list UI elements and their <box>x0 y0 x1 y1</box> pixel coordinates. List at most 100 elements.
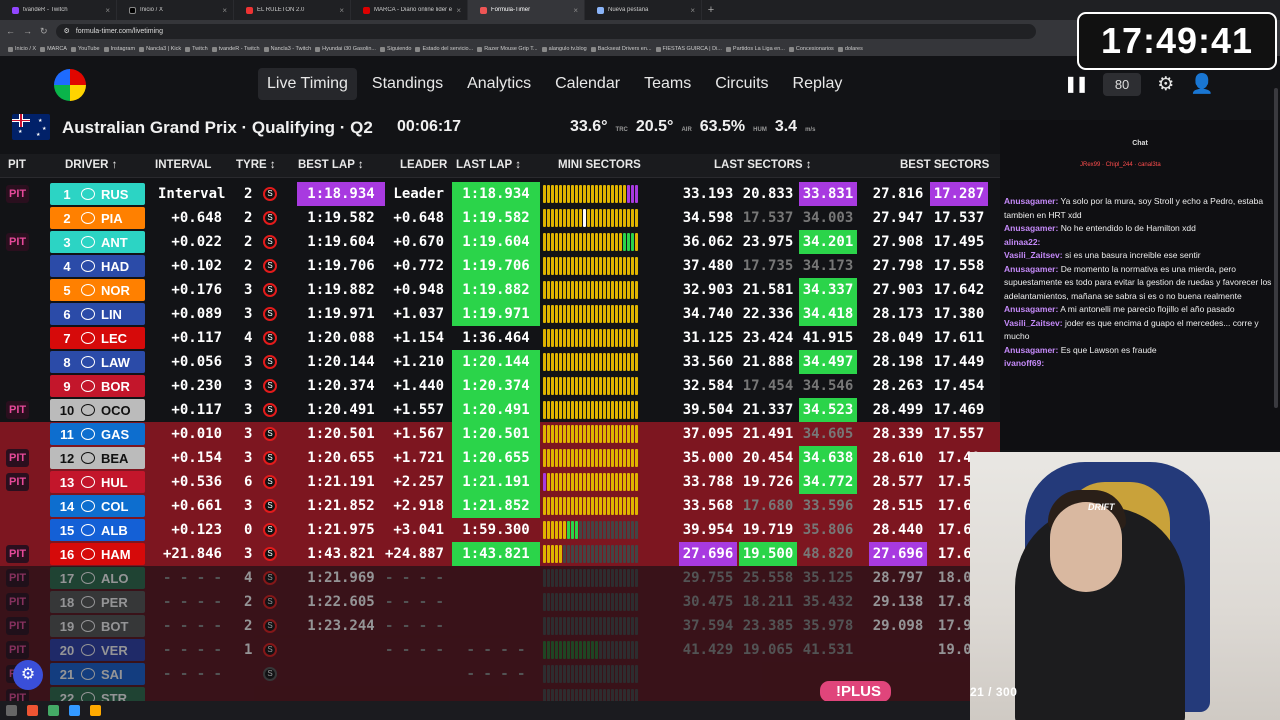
driver-chip[interactable]: 19 BOT <box>50 615 145 637</box>
table-row[interactable]: 8 LAW 3 S +0.056 1:20.144 +1.210 1:20.144 33.560… <box>0 350 1000 374</box>
chat-username[interactable]: ivanoff69: <box>1004 358 1044 368</box>
driver-chip[interactable]: 17 ALO <box>50 567 145 589</box>
col-best-lap[interactable]: BEST LAP ↕ <box>298 159 364 171</box>
driver-chip[interactable]: 21 SAI <box>50 663 145 685</box>
col-pit[interactable]: PIT <box>8 159 26 171</box>
close-icon[interactable]: × <box>690 6 695 15</box>
url-field[interactable]: ⚙ formula-timer.com/livetiming <box>55 23 1036 39</box>
chat-username[interactable]: Vasili_Zaitsev: <box>1004 250 1063 260</box>
col-tyre[interactable]: TYRE ↕ <box>236 159 276 171</box>
col-best-sectors[interactable]: BEST SECTORS <box>900 159 989 171</box>
nav-circuits[interactable]: Circuits <box>706 68 777 100</box>
driver-chip[interactable]: 15 ALB <box>50 519 145 541</box>
driver-chip[interactable]: 1 RUS <box>50 183 145 205</box>
bookmark-item[interactable]: Partidos La Liga en... <box>725 46 785 52</box>
col-last-lap[interactable]: LAST LAP ↕ <box>456 159 521 171</box>
bookmark-item[interactable]: Siguiendo <box>379 46 411 52</box>
col-mini-sectors[interactable]: MINI SECTORS <box>558 159 641 171</box>
table-row[interactable]: 7 LEC 4 S +0.117 1:20.088 +1.154 1:36.464 31.125… <box>0 326 1000 350</box>
site-info-icon[interactable]: ⚙ <box>64 27 70 35</box>
driver-chip[interactable]: 8 LAW <box>50 351 145 373</box>
table-row[interactable]: PIT 1 RUS 2 S Interval 1:18.934 Leader 1:18.934 3… <box>0 182 1000 206</box>
bookmark-item[interactable]: Twitch <box>185 46 208 52</box>
chat-username[interactable]: Anusagamer: <box>1004 304 1058 314</box>
delay-input[interactable]: 80 <box>1102 72 1142 96</box>
col-interval[interactable]: INTERVAL <box>155 159 211 171</box>
forward-icon[interactable]: → <box>23 26 32 36</box>
bookmark-item[interactable]: Hyundai i30 Gasolin... <box>315 46 376 52</box>
browser-tab[interactable]: EL RULETON 2.0 × <box>234 0 351 20</box>
close-icon[interactable]: × <box>573 6 578 15</box>
bookmark-item[interactable]: Razer Mouse Grip T... <box>477 46 538 52</box>
table-row[interactable]: PIT 18 PER 2 S - - - - 1:22.605 - - - - 30.475 18… <box>0 590 1000 614</box>
app-icon[interactable] <box>90 705 101 716</box>
browser-tab-active[interactable]: Formula-Timer × <box>468 0 585 20</box>
back-icon[interactable]: ← <box>6 26 15 36</box>
driver-chip[interactable]: 4 HAD <box>50 255 145 277</box>
table-row[interactable]: PIT 17 ALO 4 S - - - - 1:21.969 - - - - 29.755 25… <box>0 566 1000 590</box>
bookmark-item[interactable]: FIESTAS GUIRCA | Di... <box>655 46 722 52</box>
table-row[interactable]: 9 BOR 3 S +0.230 1:20.374 +1.440 1:20.374 32.584… <box>0 374 1000 398</box>
col-driver[interactable]: DRIVER ↑ <box>65 159 117 171</box>
bookmark-item[interactable]: Estado del servicio... <box>415 46 473 52</box>
nav-replay[interactable]: Replay <box>784 68 852 100</box>
chat-username[interactable]: Anusagamer: <box>1004 345 1058 355</box>
table-row[interactable]: PIT 20 VER 1 S - - - - - - - - - - - - 41.429 19.… <box>0 638 1000 662</box>
driver-chip[interactable]: 20 VER <box>50 639 145 661</box>
new-tab-button[interactable]: + <box>702 4 720 16</box>
close-icon[interactable]: × <box>339 6 344 15</box>
driver-chip[interactable]: 14 COL <box>50 495 145 517</box>
app-logo[interactable] <box>54 69 86 101</box>
driver-chip[interactable]: 13 HUL <box>50 471 145 493</box>
close-icon[interactable]: × <box>456 6 461 15</box>
nav-teams[interactable]: Teams <box>635 68 700 100</box>
bookmark-item[interactable]: Nancla3 - Twitch <box>263 46 311 52</box>
driver-chip[interactable]: 2 PIA <box>50 207 145 229</box>
user-icon[interactable]: 👤 <box>1190 72 1214 96</box>
driver-chip[interactable]: 3 ANT <box>50 231 145 253</box>
nav-standings[interactable]: Standings <box>363 68 452 100</box>
chat-username[interactable]: Anusagamer: <box>1004 196 1058 206</box>
close-icon[interactable]: × <box>105 6 110 15</box>
bookmark-item[interactable]: dolares <box>837 46 863 52</box>
browser-tab[interactable]: tvandeR - Twitch × <box>0 0 117 20</box>
driver-chip[interactable]: 7 LEC <box>50 327 145 349</box>
table-row[interactable]: 15 ALB 0 S +0.123 1:21.975 +3.041 1:59.300 39.95… <box>0 518 1000 542</box>
bookmark-item[interactable]: YouTube <box>70 46 100 52</box>
nav-calendar[interactable]: Calendar <box>546 68 629 100</box>
table-row[interactable]: PIT 12 BEA 3 S +0.154 1:20.655 +1.721 1:20.655 35… <box>0 446 1000 470</box>
opera-icon[interactable] <box>27 705 38 716</box>
table-row[interactable]: PIT 19 BOT 2 S - - - - 1:23.244 - - - - 37.594 23… <box>0 614 1000 638</box>
driver-chip[interactable]: 10 OCO <box>50 399 145 421</box>
driver-chip[interactable]: 9 BOR <box>50 375 145 397</box>
driver-chip[interactable]: 5 NOR <box>50 279 145 301</box>
app-icon[interactable] <box>48 705 59 716</box>
browser-tab[interactable]: Inicio / X × <box>117 0 234 20</box>
table-row[interactable]: 5 NOR 3 S +0.176 1:19.882 +0.948 1:19.882 32.903… <box>0 278 1000 302</box>
chat-username[interactable]: alinaa22: <box>1004 237 1040 247</box>
browser-tab[interactable]: MARCA - Diario online lider en × <box>351 0 468 20</box>
app-icon[interactable] <box>69 705 80 716</box>
bookmark-item[interactable]: tvandeR - Twitch <box>211 46 260 52</box>
driver-chip[interactable]: 6 LIN <box>50 303 145 325</box>
nav-live-timing[interactable]: Live Timing <box>258 68 357 100</box>
driver-chip[interactable]: 18 PER <box>50 591 145 613</box>
bookmark-item[interactable]: MARCA <box>40 46 67 52</box>
bookmark-item[interactable]: Instagram <box>103 46 135 52</box>
driver-chip[interactable]: 16 HAM <box>50 543 145 565</box>
table-row[interactable]: PIT 10 OCO 3 S +0.117 1:20.491 +1.557 1:20.491 39… <box>0 398 1000 422</box>
col-last-sectors[interactable]: LAST SECTORS ↕ <box>714 159 812 171</box>
chat-username[interactable]: Anusagamer: <box>1004 223 1058 233</box>
driver-chip[interactable]: 12 BEA <box>50 447 145 469</box>
bookmark-item[interactable]: Backseat Drivers en... <box>590 46 652 52</box>
reload-icon[interactable]: ↻ <box>40 26 48 37</box>
windows-icon[interactable] <box>6 705 17 716</box>
driver-chip[interactable]: 11 GAS <box>50 423 145 445</box>
chat-username[interactable]: Vasili_Zaitsev: <box>1004 318 1063 328</box>
table-row[interactable]: PIT 3 ANT 2 S +0.022 1:19.604 +0.670 1:19.604 36.… <box>0 230 1000 254</box>
table-row[interactable]: 6 LIN 3 S +0.089 1:19.971 +1.037 1:19.971 34.740… <box>0 302 1000 326</box>
table-row[interactable]: 14 COL 3 S +0.661 1:21.852 +2.918 1:21.852 33.56… <box>0 494 1000 518</box>
pause-icon[interactable]: ❚❚ <box>1064 74 1089 94</box>
bookmark-item[interactable]: Inicio / X <box>8 46 36 52</box>
browser-tab[interactable]: Nueva pestaña × <box>585 0 702 20</box>
